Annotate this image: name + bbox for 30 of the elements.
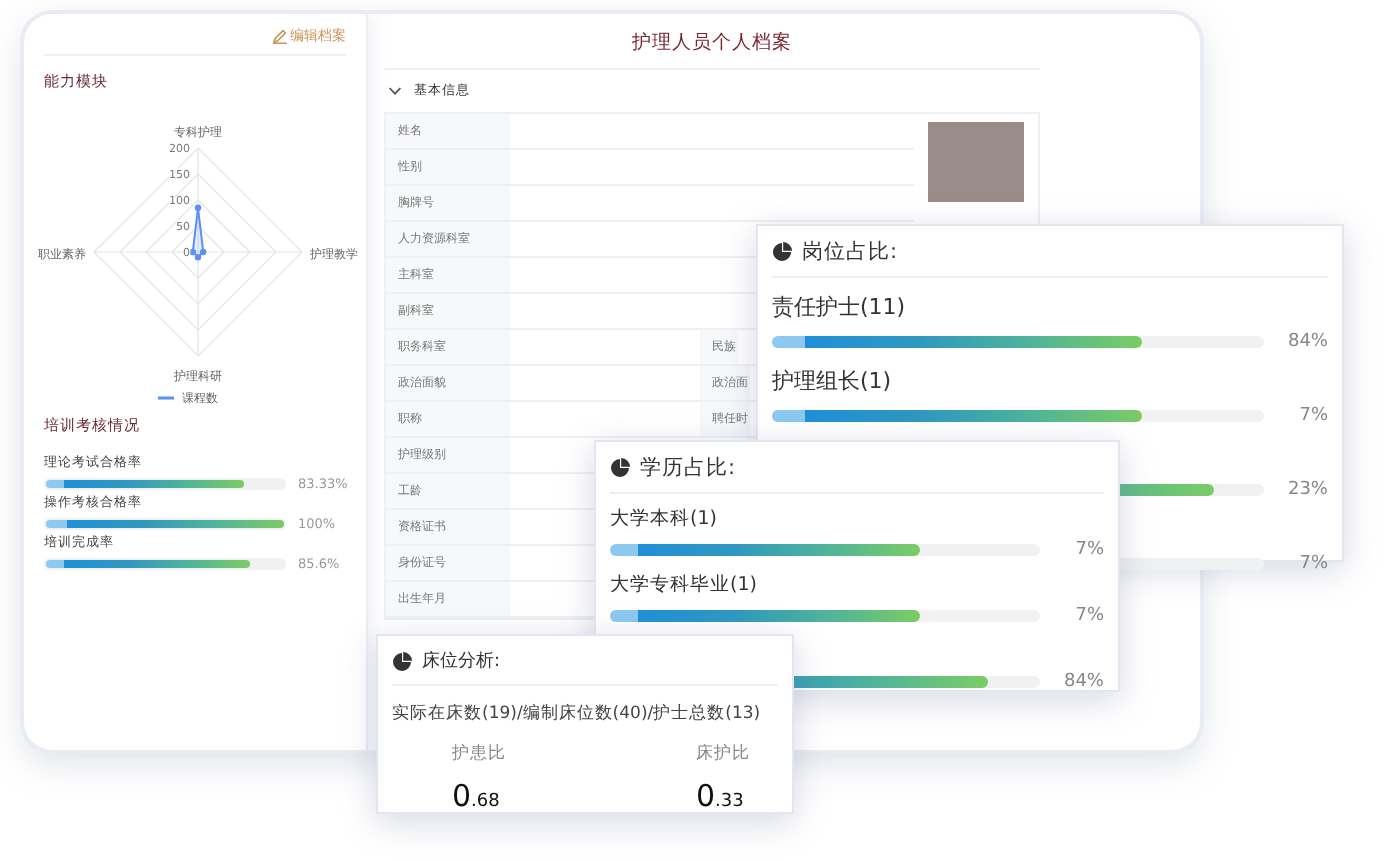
category-label: 大学专科毕业(1) (610, 572, 759, 596)
percentage-value: 7% (1073, 540, 1104, 560)
chevron-icon[interactable] (388, 86, 402, 96)
percentage-value: 84% (1285, 332, 1328, 352)
pie-chart-icon (392, 651, 412, 671)
summary-text: 实际在床数(19)/编制床位数(40)/护士总数(13) (392, 702, 763, 726)
category-label: 责任护士(11) (772, 292, 908, 320)
stat-value: 0 (696, 778, 716, 814)
card-title: 学历占比: (640, 454, 736, 482)
pie-chart-icon (610, 458, 630, 478)
page-title: 护理人员个人档案 (384, 14, 1040, 70)
stat-label: 护患比 (452, 742, 506, 766)
photo-placeholder (928, 122, 1024, 202)
percentage-value: 7% (1297, 406, 1328, 426)
stat-value-decimal: .68 (471, 792, 500, 812)
series-line (191, 206, 205, 259)
data-point (194, 204, 202, 211)
pencil-icon (272, 28, 288, 44)
stat-value-decimal: .33 (715, 792, 744, 812)
card-title: 床位分析: (422, 649, 501, 674)
stat-label: 床护比 (696, 742, 750, 766)
percentage-value: 23% (1285, 480, 1328, 500)
percentage-value: 7% (1297, 554, 1328, 574)
percentage-value: 84% (1061, 672, 1104, 692)
stat-value: 0 (452, 778, 472, 814)
card-title: 岗位占比: (802, 238, 898, 266)
category-label: 大学本科(1) (610, 506, 719, 530)
pie-chart-icon (772, 242, 792, 262)
category-label: 护理组长(1) (772, 366, 894, 394)
percentage-value: 7% (1073, 606, 1104, 626)
